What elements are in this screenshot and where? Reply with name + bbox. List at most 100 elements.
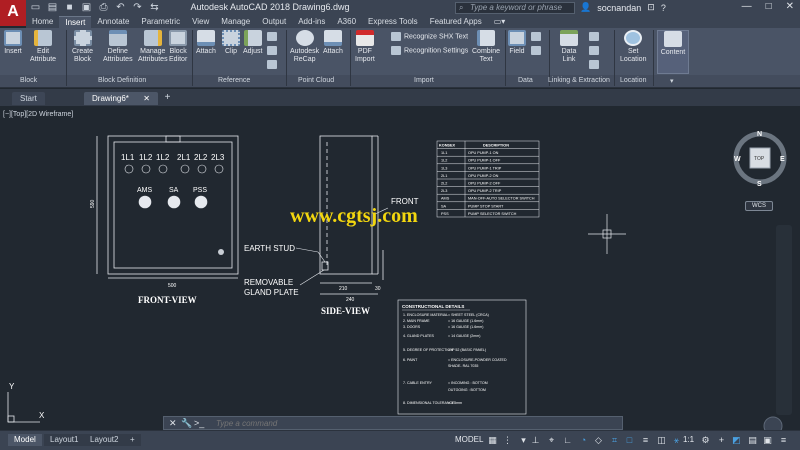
layout-tab-model[interactable]: Model [8,434,42,446]
lamp-label-2l2: 2L2 [194,153,208,162]
wrench-icon[interactable]: 🔧 [181,418,192,429]
legend-cell-description: PUMP STOP START [468,204,504,208]
isometric-icon[interactable]: ◇ [593,435,604,446]
legend-cell-code: 1L1 [441,151,447,155]
front-height-dim: 590 [90,199,96,208]
legend-cell-code: AMS [441,197,450,201]
front-width-dim: 500 [168,283,177,289]
callout-earth-stud: EARTH STUD [244,244,295,253]
lamp-label-2l1: 2L1 [177,153,191,162]
legend-cell-description: OPU PUMP-1 TRIP [468,166,502,170]
add-layout-button[interactable]: + [124,434,141,446]
viewcube-west: W [734,156,741,163]
settings-gear-icon[interactable]: ⚙ [700,435,711,446]
side-view-title: SIDE-VIEW [321,306,370,316]
customization-icon[interactable]: ≡ [778,435,789,446]
callout-gland-2: GLAND PLATE [244,288,299,297]
construction-value: = ENCLOSURE-POWDER COATED [448,358,507,362]
legend-cell-description: PUMP SELECTOR SWITCH [468,212,517,216]
lamp-label-1l2a: 1L2 [139,153,153,162]
legend-cell-description: OPU PUMP-2 OFF [468,182,501,186]
construction-value: = 14 GAUGE (2mm) [448,334,480,338]
infer-constraints-icon[interactable]: ⊥ [530,435,541,446]
clean-screen-icon[interactable]: ▣ [762,435,773,446]
object-snap-icon[interactable]: □ [624,435,635,446]
legend-cell-description: OPU PUMP-2 ON [468,174,499,178]
viewcube-east: E [780,156,785,163]
switch-label-sa: SA [169,187,179,194]
object-snap-tracking-icon[interactable]: ⌗ [609,435,620,446]
legend-cell-code: 1L3 [441,166,447,170]
model-space-button[interactable]: MODEL [455,435,483,444]
construction-value: OUTGOING : BOTTOM [448,388,486,392]
navigation-bar[interactable] [776,225,792,415]
command-line: ✕ 🔧 >_ [163,416,623,430]
close-icon[interactable]: ✕ [169,418,177,429]
crosshair-cursor [588,214,626,254]
legend-header-cell: KONSEX [439,144,456,148]
transparency-icon[interactable]: ◫ [656,435,667,446]
construction-value: = INCOMING : BOTTOM [448,381,488,385]
legend-cell-description: MAN-OFF-AUTO SELECTOR SWITCH [468,197,535,201]
layout-tab-layout1[interactable]: Layout1 [44,434,85,446]
construction-details-title: CONSTRUCTIONAL DETAILS [402,304,464,309]
construction-label: 2. MAIN FRAME [403,319,430,323]
annotation-scale[interactable]: 1:1 [683,435,694,444]
construction-value: = 16 GAUGE (1.6mm) [448,325,483,329]
app-logo[interactable]: A [0,0,26,26]
callout-gland-1: REMOVABLE [244,278,293,287]
front-view-handle [165,135,181,143]
ucs-x-label: X [39,411,45,420]
add-icon[interactable]: + [716,435,727,446]
legend-cell-description: OPU PUMP-1 ON [468,151,499,155]
ucs-y-label: Y [9,382,15,391]
legend-cell-code: PSS [441,212,449,216]
side-dim-240: 240 [346,297,355,303]
construction-label: 3. DOORS [403,325,421,329]
isolate-objects-icon[interactable]: ◩ [731,435,742,446]
watermark-text: www.cgtsj.com [290,205,418,227]
viewcube-north: N [757,131,762,138]
lamp-label-1l2b: 1L2 [156,153,170,162]
viewcube-top-face: TOP [754,156,765,162]
ucs-menu[interactable]: WCS [745,201,773,211]
ortho-icon[interactable]: ∟ [562,435,573,446]
legend-cell-code: 2L1 [441,174,447,178]
polar-tracking-icon[interactable]: ◔ [578,435,589,446]
construction-label: 7. CABLE ENTRY [403,381,432,385]
grid-icon[interactable]: ▦ [487,435,498,446]
legend-cell-code: 2L2 [441,182,447,186]
legend-cell-description: OPU PUMP-2 TRIP [468,189,502,193]
construction-label: 4. GLAND PLATES [403,334,434,338]
construction-details-box [397,299,527,415]
legend-cell-code: 1L2 [441,159,447,163]
dynamic-input-icon[interactable]: ⌖ [546,435,557,446]
hardware-acceleration-icon[interactable]: ▤ [747,435,758,446]
legend-cell-code: SA [441,204,447,208]
earth-indicator [218,249,224,255]
status-bar: Model Layout1 Layout2 + MODEL ▦ ⋮ ▾ ⊥ ⌖ … [0,430,800,450]
command-input[interactable] [216,418,616,429]
ucs-icon [7,392,40,423]
snap-icon[interactable]: ⋮ [502,435,513,446]
side-dim-30: 30 [375,286,381,292]
lamp-label-2l3: 2L3 [211,153,225,162]
annotation-visibility-icon[interactable]: ⚹ [671,435,682,446]
command-prompt-icon: >_ [194,418,205,428]
construction-value: = SHEET STEEL (CRCA) [448,313,489,317]
front-view-title: FRONT-VIEW [138,295,197,305]
viewcube-south: S [757,181,762,188]
construction-label: 1. ENCLOSURE MATERIAL [403,313,448,317]
lamp-label-1l1: 1L1 [121,153,135,162]
dropdown-icon[interactable]: ▾ [518,435,529,446]
construction-label: 5. DEGREE OF PROTECTION [403,348,453,352]
construction-value: SHADE- RAL 7035 [448,364,478,368]
lineweight-icon[interactable]: ≡ [640,435,651,446]
construction-value: = 16 GAUGE (1.6mm) [448,319,483,323]
construction-value: = ± 5mm [448,401,462,405]
construction-value: = IP 52 (BASIC PANEL) [448,348,486,352]
legend-cell-description: OPU PUMP-1 OFF [468,159,501,163]
layout-tab-layout2[interactable]: Layout2 [84,434,125,446]
switch-label-pss: PSS [193,187,207,194]
legend-cell-code: 2L3 [441,189,447,193]
